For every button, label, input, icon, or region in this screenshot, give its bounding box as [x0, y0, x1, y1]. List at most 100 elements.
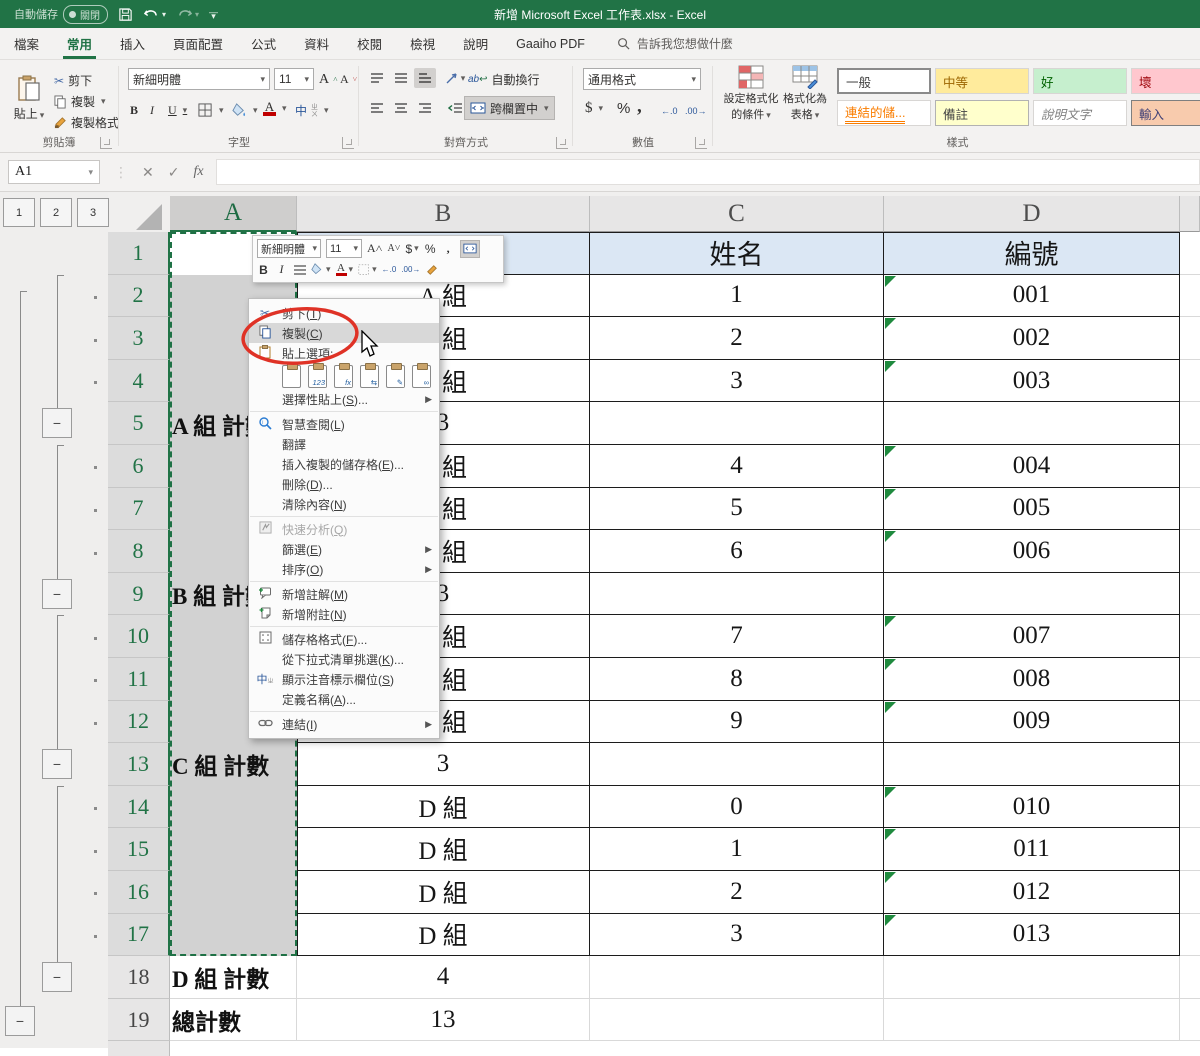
- cell-D14[interactable]: 010: [884, 786, 1180, 829]
- number-dialog-launcher[interactable]: [695, 137, 707, 149]
- cell-A19[interactable]: 總計數: [170, 999, 297, 1042]
- menu-item-6[interactable]: i智慧查閱(L): [249, 414, 439, 434]
- cell-D11[interactable]: 008: [884, 658, 1180, 701]
- mini-borders-button[interactable]: [358, 264, 377, 276]
- font-size-select[interactable]: 11: [274, 68, 314, 90]
- menu-item-10[interactable]: 清除內容(N): [249, 494, 439, 514]
- cell-D1[interactable]: 編號: [884, 232, 1180, 275]
- font-color-button[interactable]: A: [263, 98, 287, 119]
- menu-item-20[interactable]: 從下拉式清單挑選(K)...: [249, 649, 439, 669]
- mini-comma-button[interactable]: ,: [442, 241, 455, 256]
- comma-style-button[interactable]: ,: [637, 96, 642, 117]
- mini-bold-button[interactable]: B: [257, 263, 270, 277]
- cancel-button[interactable]: ✕: [142, 164, 154, 181]
- mini-decrease-decimal-button[interactable]: .00→: [401, 265, 420, 274]
- cell-C8[interactable]: 6: [590, 530, 884, 573]
- decrease-indent-button[interactable]: [444, 98, 466, 118]
- cell-E17-partial[interactable]: [1180, 914, 1200, 957]
- row-header-9[interactable]: 9: [108, 573, 170, 616]
- menu-item-12[interactable]: 快速分析(Q): [249, 519, 439, 539]
- borders-button[interactable]: [198, 100, 224, 121]
- row-header-7[interactable]: 7: [108, 488, 170, 531]
- style-input[interactable]: 輸入: [1131, 100, 1200, 126]
- style-neutral[interactable]: 中等: [935, 68, 1029, 94]
- font-dialog-launcher[interactable]: [342, 137, 354, 149]
- cell-E18-partial[interactable]: [1180, 956, 1200, 999]
- menu-item-24[interactable]: 連結(I)▶: [249, 714, 439, 734]
- paste-option-paste-icon[interactable]: [282, 365, 301, 388]
- cell-E2-partial[interactable]: [1180, 275, 1200, 318]
- menu-item-1[interactable]: 複製(C): [249, 323, 439, 343]
- menu-item-17[interactable]: 新增附註(N): [249, 604, 439, 624]
- menu-item-4[interactable]: 選擇性貼上(S)...▶: [249, 389, 439, 409]
- style-linked-cell[interactable]: 連結的儲...: [837, 100, 931, 126]
- align-left-button[interactable]: [366, 98, 388, 118]
- cell-D17[interactable]: 013: [884, 914, 1180, 957]
- cell-D6[interactable]: 004: [884, 445, 1180, 488]
- menu-item-16[interactable]: 新增註解(M): [249, 584, 439, 604]
- row-header-19[interactable]: 19: [108, 999, 170, 1042]
- copy-button[interactable]: 複製: [54, 91, 106, 112]
- alignment-dialog-launcher[interactable]: [556, 137, 568, 149]
- menu-item-13[interactable]: 篩選(E)▶: [249, 539, 439, 559]
- cell-E9-partial[interactable]: [1180, 573, 1200, 616]
- conditional-formatting-button[interactable]: 設定格式化的條件: [723, 65, 779, 122]
- cell-C4[interactable]: 3: [590, 360, 884, 403]
- mini-fill-color-button[interactable]: [311, 263, 331, 276]
- tab-page-layout[interactable]: 頁面配置: [159, 28, 237, 59]
- cell-C6[interactable]: 4: [590, 445, 884, 488]
- mini-font-size[interactable]: 11: [326, 239, 362, 258]
- tab-data[interactable]: 資料: [290, 28, 343, 59]
- cut-button[interactable]: ✂剪下: [54, 70, 92, 91]
- row-header-3[interactable]: 3: [108, 317, 170, 360]
- row-header-13[interactable]: 13: [108, 743, 170, 786]
- row-header-4[interactable]: 4: [108, 360, 170, 403]
- cell-D9[interactable]: [884, 573, 1180, 616]
- cell-D19[interactable]: [884, 999, 1180, 1042]
- cell-E10-partial[interactable]: [1180, 615, 1200, 658]
- mini-font-color-button[interactable]: A: [336, 264, 354, 276]
- cell-C9[interactable]: [590, 573, 884, 616]
- row-header-16[interactable]: 16: [108, 871, 170, 914]
- cell-E7-partial[interactable]: [1180, 488, 1200, 531]
- customize-qat-button[interactable]: —▾: [209, 10, 218, 18]
- cell-B19[interactable]: 13: [297, 999, 590, 1042]
- cell-E5-partial[interactable]: [1180, 402, 1200, 445]
- cell-B18[interactable]: 4: [297, 956, 590, 999]
- menu-item-14[interactable]: 排序(O)▶: [249, 559, 439, 579]
- shrink-font-button[interactable]: A˅: [340, 69, 357, 90]
- cell-A17[interactable]: [170, 914, 297, 957]
- cell-A15[interactable]: [170, 828, 297, 871]
- align-bottom-button[interactable]: [414, 68, 436, 88]
- mini-percent-button[interactable]: %: [424, 242, 437, 256]
- tab-view[interactable]: 檢視: [396, 28, 449, 59]
- menu-item-22[interactable]: 定義名稱(A)...: [249, 689, 439, 709]
- merge-center-button[interactable]: 跨欄置中: [464, 96, 555, 120]
- enter-button[interactable]: ✓: [168, 164, 180, 181]
- cell-D15[interactable]: 011: [884, 828, 1180, 871]
- outline-level-2-button[interactable]: 2: [40, 198, 72, 227]
- cell-C12[interactable]: 9: [590, 701, 884, 744]
- tab-formulas[interactable]: 公式: [237, 28, 290, 59]
- cell-D7[interactable]: 005: [884, 488, 1180, 531]
- formula-input[interactable]: [216, 159, 1200, 185]
- row-header-12[interactable]: 12: [108, 701, 170, 744]
- orientation-button[interactable]: [444, 68, 466, 88]
- cell-C10[interactable]: 7: [590, 615, 884, 658]
- menu-item-19[interactable]: 儲存格格式(F)...: [249, 629, 439, 649]
- outline-level-1-button[interactable]: 1: [3, 198, 35, 227]
- menu-item-9[interactable]: 刪除(D)...: [249, 474, 439, 494]
- bold-button[interactable]: B: [130, 100, 138, 121]
- cell-B13[interactable]: 3: [297, 743, 590, 786]
- paste-option-link-icon[interactable]: ∞: [412, 365, 431, 388]
- tell-me-search[interactable]: 告訴我您想做什麼: [617, 28, 733, 59]
- mini-increase-decimal-button[interactable]: ←.0: [382, 265, 397, 274]
- row-header-6[interactable]: 6: [108, 445, 170, 488]
- cell-A13[interactable]: C 組 計數: [170, 743, 297, 786]
- mini-accounting-button[interactable]: $: [405, 242, 418, 256]
- row-header-18[interactable]: 18: [108, 956, 170, 999]
- row-header-1[interactable]: 1: [108, 232, 170, 275]
- menu-item-0[interactable]: ✂剪下(T): [249, 303, 439, 323]
- column-header-B[interactable]: B: [297, 196, 590, 232]
- paste-button[interactable]: 貼上: [10, 67, 48, 129]
